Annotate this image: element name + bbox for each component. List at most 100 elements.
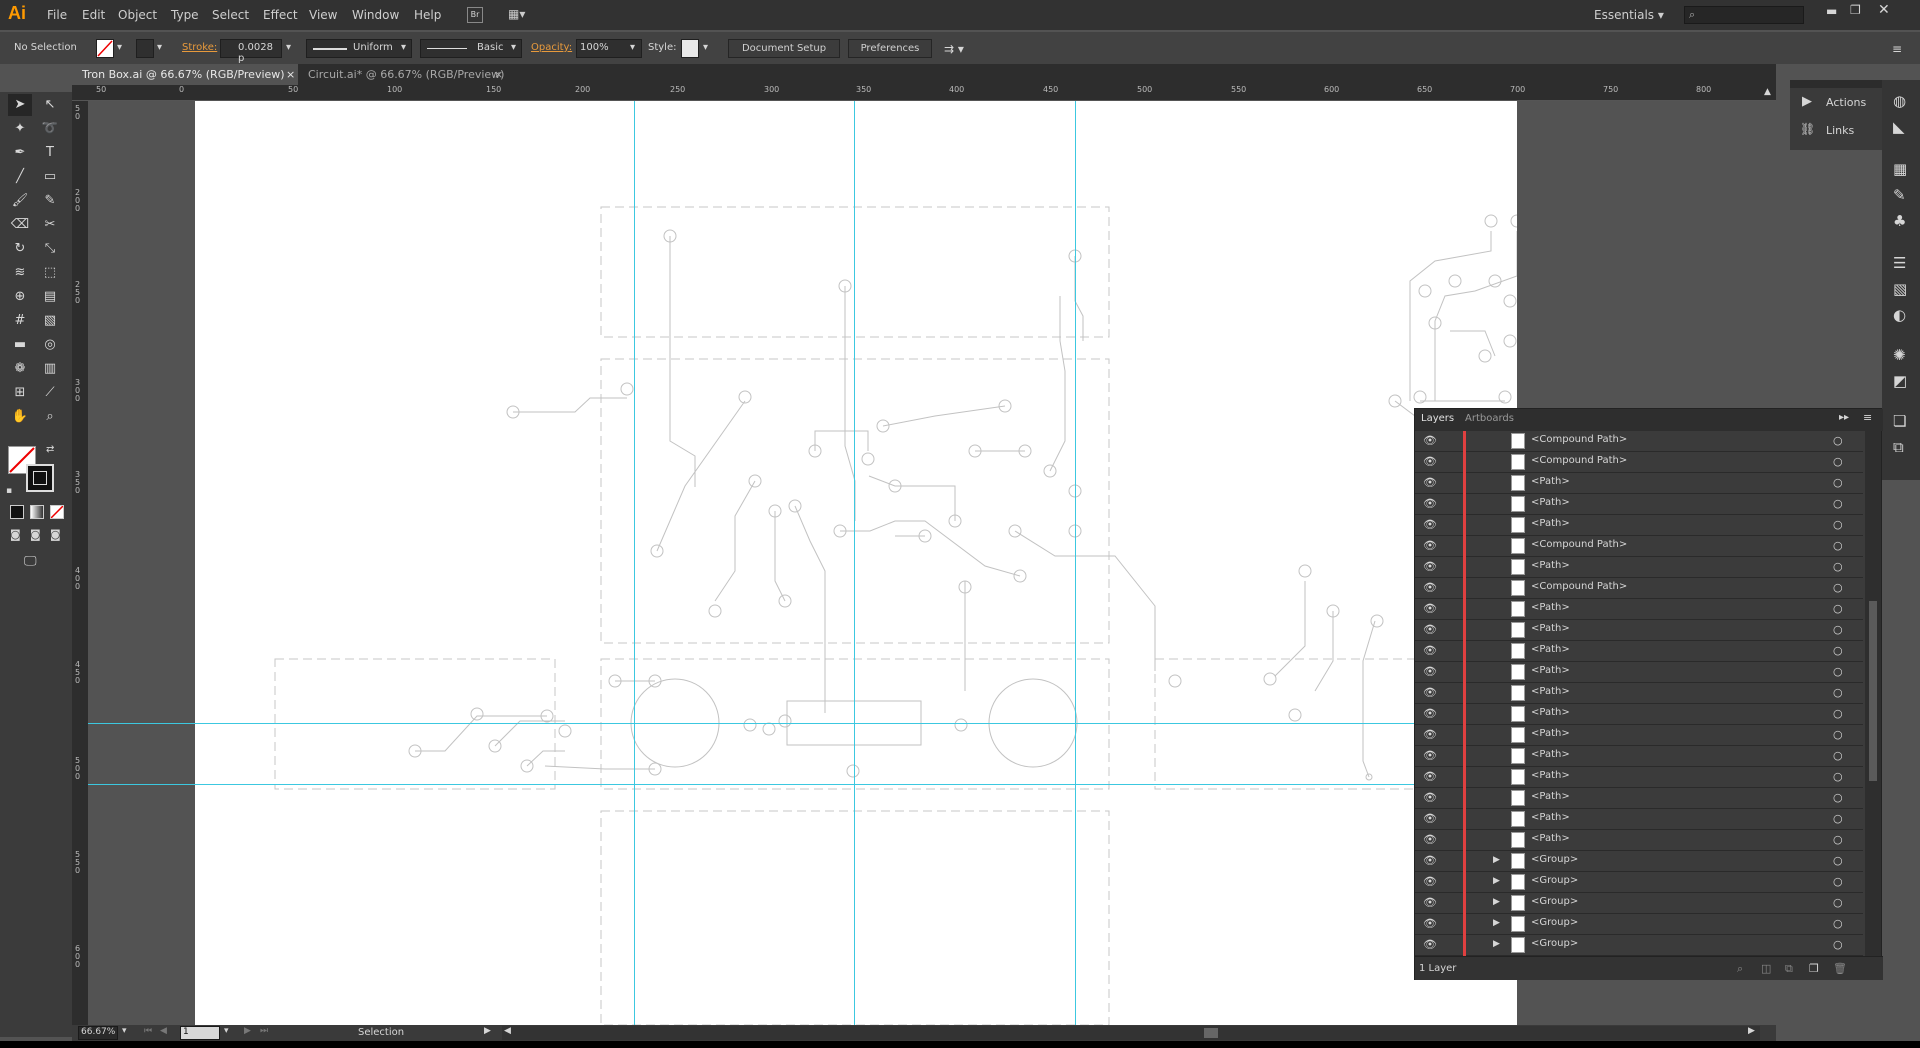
expand-triangle-icon[interactable]: ▶ [1493,855,1500,865]
zoom-tool-icon[interactable]: ⌕ [38,406,62,428]
visibility-eye-icon[interactable]: 👁 [1423,728,1437,741]
guide-vertical[interactable] [1075,101,1076,1025]
swap-colors-icon[interactable]: ⇄ [46,444,54,455]
scroll-left-icon[interactable]: ◀ [504,1026,511,1036]
visibility-eye-icon[interactable]: 👁 [1423,665,1437,678]
gradient-mode-icon[interactable] [30,505,44,519]
search-input[interactable]: ⌕ [1684,6,1804,24]
target-circle-icon[interactable]: ○ [1833,791,1843,804]
scissors-icon[interactable]: ✂ [38,214,62,236]
target-circle-icon[interactable]: ○ [1833,896,1843,909]
visibility-eye-icon[interactable]: 👁 [1423,749,1437,762]
tab-layers[interactable]: Layers [1421,413,1454,424]
rotate-tool-icon[interactable]: ↻ [8,238,32,260]
layer-row[interactable]: 👁 <Path> ○ [1415,809,1863,830]
transparency-icon[interactable]: ◐ [1893,306,1906,324]
collapse-panel-icon[interactable]: ▸▸ [1839,412,1849,423]
expand-triangle-icon[interactable]: ▶ [1493,918,1500,928]
artboard-tool-icon[interactable]: ⊞ [8,382,32,404]
layer-row[interactable]: 👁 <Path> ○ [1415,620,1863,641]
status-menu-icon[interactable]: ▶ [484,1026,491,1036]
visibility-eye-icon[interactable]: 👁 [1423,434,1437,447]
menu-select[interactable]: Select [212,8,249,22]
zoom-dropdown-icon[interactable]: ▾ [122,1026,127,1036]
paintbrush-icon[interactable]: 🖌 [8,190,32,212]
target-circle-icon[interactable]: ○ [1833,728,1843,741]
target-circle-icon[interactable]: ○ [1833,455,1843,468]
preferences-button[interactable]: Preferences [848,39,932,58]
mesh-tool-icon[interactable]: # [8,310,32,332]
target-circle-icon[interactable]: ○ [1833,875,1843,888]
stroke-color-icon[interactable] [26,464,54,492]
layer-row[interactable]: 👁 ▶ <Group> ○ [1415,851,1863,872]
arrange-documents-icon[interactable]: ▦▾ [508,7,534,23]
expand-triangle-icon[interactable]: ▶ [1493,876,1500,886]
visibility-eye-icon[interactable]: 👁 [1423,938,1437,951]
color-panel-icon[interactable]: ◍ [1893,92,1906,110]
stroke-label[interactable]: Stroke: [182,42,217,53]
visibility-eye-icon[interactable]: 👁 [1423,917,1437,930]
new-layer-icon[interactable]: ❐ [1809,962,1819,975]
target-circle-icon[interactable]: ○ [1833,749,1843,762]
restore-icon[interactable]: ❐ [1850,3,1861,17]
draw-behind-icon[interactable]: ◙ [30,528,41,541]
links-panel-label[interactable]: Links [1826,124,1854,137]
draw-normal-icon[interactable]: ◙ [10,528,21,541]
visibility-eye-icon[interactable]: 👁 [1423,455,1437,468]
target-circle-icon[interactable]: ○ [1833,917,1843,930]
artboard-number-field[interactable]: 1 [180,1026,220,1040]
pencil-icon[interactable]: ✎ [38,190,62,212]
target-circle-icon[interactable]: ○ [1833,665,1843,678]
fill-swatch[interactable] [96,39,114,58]
layer-row[interactable]: 👁 <Compound Path> ○ [1415,431,1863,452]
artboards-panel-icon[interactable]: ⧉ [1893,438,1904,456]
menu-object[interactable]: Object [118,8,157,22]
previous-artboard-icon[interactable]: ◀ [160,1026,167,1036]
symbol-sprayer-icon[interactable]: ❁ [8,358,32,380]
target-circle-icon[interactable]: ○ [1833,707,1843,720]
symbols-icon[interactable]: ♣ [1893,212,1906,230]
actions-panel-label[interactable]: Actions [1826,96,1866,109]
visibility-eye-icon[interactable]: 👁 [1423,770,1437,783]
target-circle-icon[interactable]: ○ [1833,770,1843,783]
visibility-eye-icon[interactable]: 👁 [1423,539,1437,552]
line-tool-icon[interactable]: ╱ [8,166,32,188]
fill-dropdown-icon[interactable]: ▾ [117,42,122,53]
layer-row[interactable]: 👁 <Path> ○ [1415,683,1863,704]
layer-row[interactable]: 👁 <Path> ○ [1415,599,1863,620]
layer-row[interactable]: 👁 ▶ <Group> ○ [1415,893,1863,914]
style-dropdown-icon[interactable]: ▾ [703,42,708,53]
stroke-weight-field[interactable]: 0.0028 p [220,39,282,64]
target-circle-icon[interactable]: ○ [1833,476,1843,489]
layers-scroll-thumb[interactable] [1869,601,1877,781]
menu-effect[interactable]: Effect [263,8,298,22]
visibility-eye-icon[interactable]: 👁 [1423,812,1437,825]
screen-mode-icon[interactable]: 🖵 [24,554,37,569]
direct-selection-tool-icon[interactable]: ↖ [38,94,62,116]
rectangle-tool-icon[interactable]: ▭ [38,166,62,188]
target-circle-icon[interactable]: ○ [1833,686,1843,699]
layer-row[interactable]: 👁 <Path> ○ [1415,641,1863,662]
visibility-eye-icon[interactable]: 👁 [1423,686,1437,699]
layer-row[interactable]: 👁 ▶ <Group> ○ [1415,872,1863,893]
visibility-eye-icon[interactable]: 👁 [1423,875,1437,888]
target-circle-icon[interactable]: ○ [1833,497,1843,510]
visibility-eye-icon[interactable]: 👁 [1423,476,1437,489]
target-circle-icon[interactable]: ○ [1833,644,1843,657]
artboard[interactable] [195,101,1524,1025]
stroke-weight-dropdown-icon[interactable]: ▾ [286,42,291,53]
brush-definition[interactable]: Basic ▾ [420,39,522,58]
target-circle-icon[interactable]: ○ [1833,539,1843,552]
guide-vertical[interactable] [854,101,855,1025]
scale-tool-icon[interactable]: ⤡ [38,238,62,260]
layer-row[interactable]: 👁 <Path> ○ [1415,515,1863,536]
layer-row[interactable]: 👁 <Path> ○ [1415,830,1863,851]
visibility-eye-icon[interactable]: 👁 [1423,854,1437,867]
visibility-eye-icon[interactable]: 👁 [1423,581,1437,594]
menu-type[interactable]: Type [171,8,199,22]
slice-tool-icon[interactable]: ⟋ [38,382,62,404]
visibility-eye-icon[interactable]: 👁 [1423,497,1437,510]
close-tab-icon[interactable]: × [286,64,295,85]
selection-tool-icon[interactable]: ➤ [8,94,32,116]
opacity-dropdown-icon[interactable]: ▾ [630,42,635,53]
